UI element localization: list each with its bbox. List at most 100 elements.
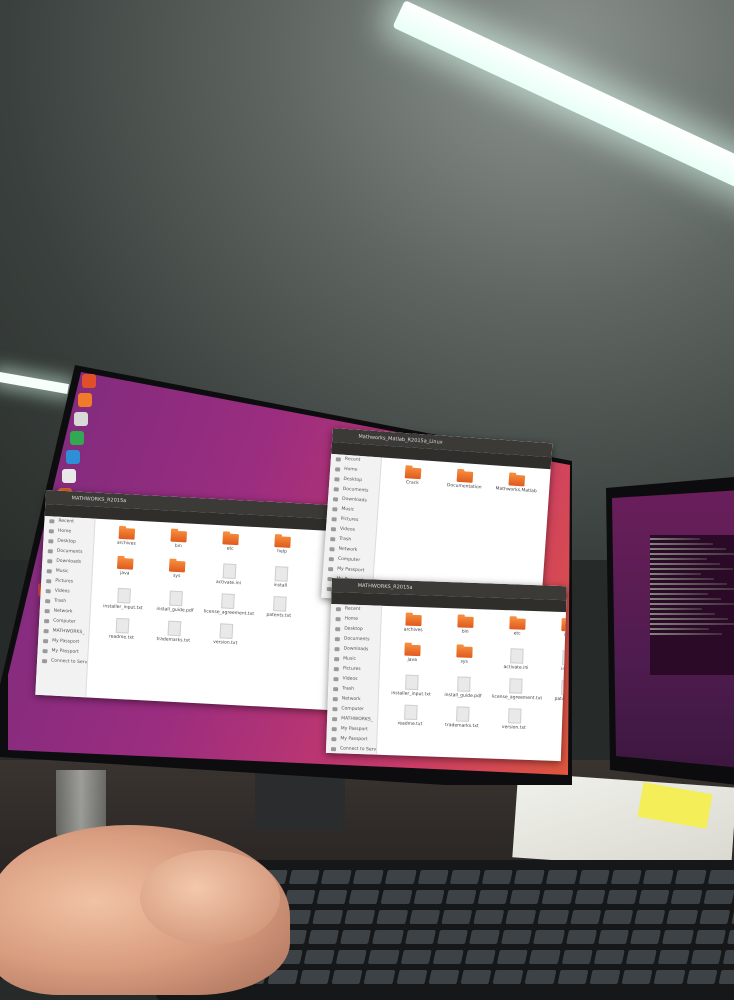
- key[interactable]: [630, 930, 662, 944]
- key[interactable]: [541, 890, 574, 904]
- key[interactable]: [460, 970, 492, 984]
- file-item[interactable]: version.txt: [491, 708, 538, 732]
- key[interactable]: [670, 890, 703, 904]
- key[interactable]: [368, 950, 400, 964]
- key[interactable]: [589, 970, 621, 984]
- key[interactable]: [501, 930, 533, 944]
- folder-item[interactable]: archives: [103, 527, 150, 547]
- file-item[interactable]: install_guide.pdf: [152, 590, 199, 614]
- folder-item[interactable]: etc: [494, 618, 541, 638]
- key[interactable]: [533, 930, 565, 944]
- key[interactable]: [690, 950, 722, 964]
- key[interactable]: [473, 910, 505, 924]
- key[interactable]: [658, 950, 690, 964]
- key[interactable]: [331, 970, 363, 984]
- key[interactable]: [703, 890, 734, 904]
- key[interactable]: [344, 910, 376, 924]
- key[interactable]: [464, 950, 496, 964]
- key[interactable]: [404, 930, 436, 944]
- file-item[interactable]: readme.txt: [98, 617, 145, 641]
- file-item[interactable]: version.txt: [202, 622, 249, 646]
- key[interactable]: [529, 950, 561, 964]
- key[interactable]: [400, 950, 432, 964]
- key[interactable]: [468, 930, 501, 944]
- folder-item[interactable]: bin: [155, 530, 202, 550]
- key[interactable]: [340, 930, 372, 944]
- key[interactable]: [718, 970, 734, 984]
- key[interactable]: [408, 910, 441, 924]
- key[interactable]: [288, 870, 320, 884]
- key[interactable]: [505, 910, 537, 924]
- key[interactable]: [284, 890, 316, 904]
- key[interactable]: [513, 870, 546, 884]
- key[interactable]: [561, 950, 593, 964]
- key[interactable]: [578, 870, 610, 884]
- folder-item[interactable]: etc: [207, 533, 254, 553]
- key[interactable]: [726, 930, 734, 944]
- key[interactable]: [492, 970, 524, 984]
- key[interactable]: [537, 910, 569, 924]
- key[interactable]: [621, 970, 653, 984]
- key[interactable]: [376, 910, 408, 924]
- key[interactable]: [441, 910, 473, 924]
- key[interactable]: [625, 950, 658, 964]
- launcher-app-icon[interactable]: [78, 393, 92, 407]
- key[interactable]: [316, 890, 348, 904]
- key[interactable]: [638, 890, 670, 904]
- folder-item[interactable]: help: [546, 620, 567, 640]
- key[interactable]: [299, 970, 331, 984]
- key[interactable]: [574, 890, 606, 904]
- folder-item[interactable]: java: [389, 644, 436, 664]
- file-item[interactable]: activate.ini: [493, 648, 540, 672]
- key[interactable]: [675, 870, 707, 884]
- sidebar-item[interactable]: Connect to Server: [37, 656, 87, 669]
- launcher-app-icon[interactable]: [82, 374, 96, 388]
- key[interactable]: [312, 910, 344, 924]
- file-item[interactable]: trademarks.txt: [150, 620, 197, 644]
- key[interactable]: [335, 950, 368, 964]
- key[interactable]: [372, 930, 404, 944]
- file-manager-window-bottom[interactable]: MATHWORKS_R2015a Recent Home Desktop Docume…: [325, 578, 567, 762]
- key[interactable]: [432, 950, 464, 964]
- folder-item[interactable]: Documentation: [441, 470, 488, 491]
- launcher-app-icon[interactable]: [62, 469, 76, 483]
- key[interactable]: [707, 870, 734, 884]
- file-item[interactable]: trademarks.txt: [439, 706, 486, 730]
- key[interactable]: [602, 910, 634, 924]
- key[interactable]: [449, 870, 481, 884]
- key[interactable]: [666, 910, 698, 924]
- key[interactable]: [481, 870, 513, 884]
- key[interactable]: [303, 950, 335, 964]
- key[interactable]: [436, 930, 468, 944]
- folder-item[interactable]: sys: [441, 646, 488, 666]
- file-item[interactable]: patents.txt: [256, 595, 303, 619]
- file-item[interactable]: license_agreement.txt: [492, 678, 542, 701]
- file-item[interactable]: installer_input.txt: [388, 674, 435, 698]
- key[interactable]: [417, 870, 449, 884]
- key[interactable]: [307, 930, 340, 944]
- key[interactable]: [396, 970, 428, 984]
- file-item[interactable]: install_guide.pdf: [440, 676, 487, 700]
- key[interactable]: [413, 890, 445, 904]
- folder-item[interactable]: archives: [390, 614, 437, 634]
- key[interactable]: [694, 930, 726, 944]
- key[interactable]: [320, 870, 352, 884]
- file-item[interactable]: installer_input.txt: [100, 587, 147, 611]
- key[interactable]: [546, 870, 578, 884]
- key[interactable]: [653, 970, 685, 984]
- launcher-app-icon[interactable]: [74, 412, 88, 426]
- key[interactable]: [722, 950, 734, 964]
- key[interactable]: [385, 870, 417, 884]
- key[interactable]: [348, 890, 380, 904]
- key[interactable]: [445, 890, 477, 904]
- key[interactable]: [509, 890, 541, 904]
- key[interactable]: [634, 910, 666, 924]
- file-manager-window-front[interactable]: MATHWORKS_R2015a Recent Home Desktop Docume…: [35, 490, 346, 711]
- key[interactable]: [606, 890, 638, 904]
- file-item[interactable]: license_agreement.txt: [204, 592, 254, 617]
- key[interactable]: [597, 930, 630, 944]
- folder-item[interactable]: sys: [154, 560, 201, 580]
- file-item[interactable]: readme.txt: [387, 704, 434, 728]
- file-item[interactable]: activate.ini: [205, 562, 252, 586]
- launcher-app-icon[interactable]: [66, 450, 80, 464]
